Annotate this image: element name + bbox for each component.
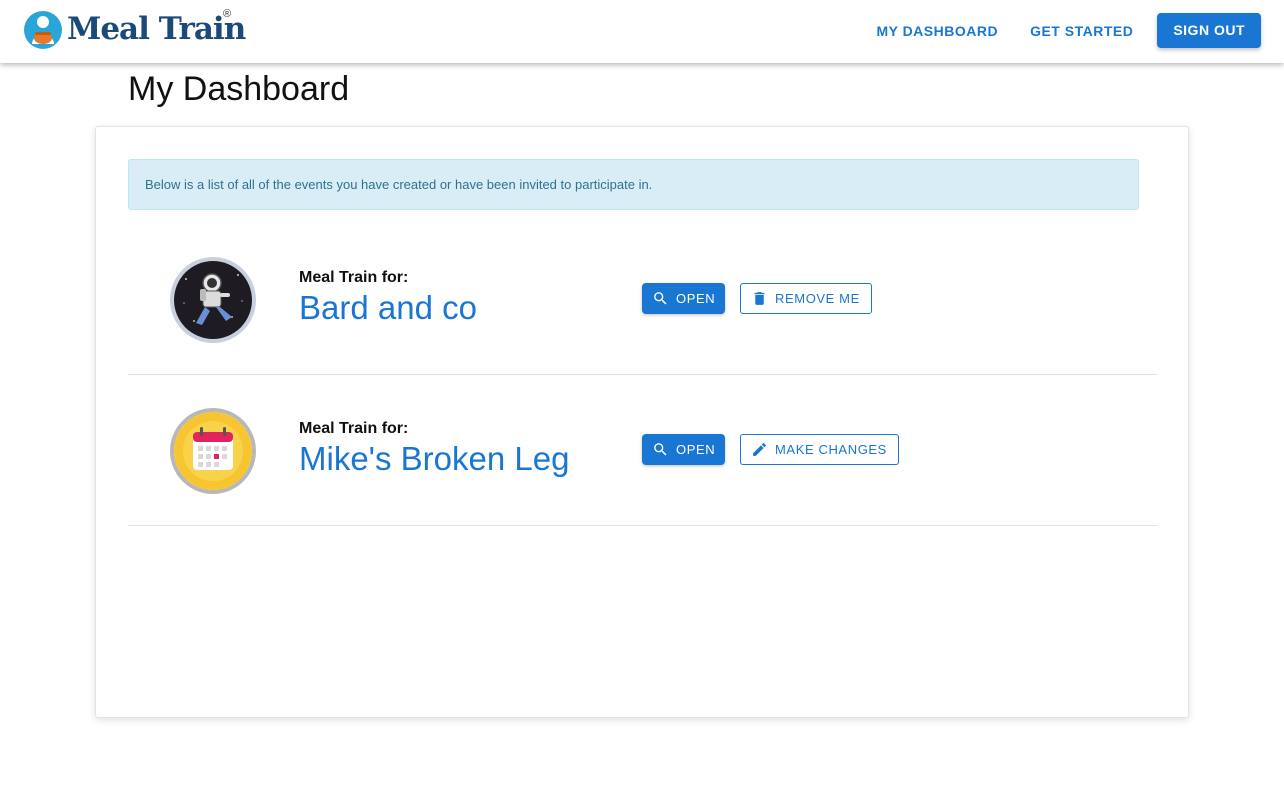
search-icon bbox=[654, 292, 667, 305]
nav-my-dashboard[interactable]: MY DASHBOARD bbox=[876, 23, 998, 39]
logo-text: Meal Train bbox=[67, 11, 246, 47]
event-row: Meal Train for: Bard and co OPEN REMOVE … bbox=[128, 225, 1157, 375]
make-changes-label: MAKE CHANGES bbox=[775, 442, 887, 457]
search-icon bbox=[654, 443, 667, 456]
page-title: My Dashboard bbox=[128, 70, 350, 108]
open-button-label: OPEN bbox=[676, 291, 716, 306]
event-name-link[interactable]: Bard and co bbox=[299, 289, 477, 327]
make-changes-button[interactable]: MAKE CHANGES bbox=[740, 434, 899, 465]
main-nav: MY DASHBOARD GET STARTED SIGN OUT bbox=[844, 13, 1261, 48]
meal-train-for-label: Meal Train for: bbox=[299, 269, 409, 286]
sign-out-button[interactable]: SIGN OUT bbox=[1157, 13, 1261, 48]
astronaut-icon bbox=[170, 257, 256, 343]
event-row: Meal Train for: Mike's Broken Leg OPEN M… bbox=[128, 376, 1157, 526]
trash-icon bbox=[754, 292, 765, 305]
event-name-link[interactable]: Mike's Broken Leg bbox=[299, 440, 569, 478]
pencil-icon bbox=[753, 443, 766, 456]
logo-mark-icon bbox=[23, 10, 64, 50]
open-button[interactable]: OPEN bbox=[642, 283, 726, 314]
open-button-label: OPEN bbox=[676, 442, 716, 457]
info-alert: Below is a list of all of the events you… bbox=[128, 159, 1139, 210]
meal-train-logo[interactable]: Meal Train ® bbox=[23, 8, 246, 50]
top-navbar: Meal Train ® MY DASHBOARD GET STARTED SI… bbox=[0, 0, 1284, 63]
open-button[interactable]: OPEN bbox=[642, 434, 726, 465]
calendar-icon bbox=[170, 408, 256, 494]
registered-mark: ® bbox=[223, 8, 232, 20]
remove-me-button[interactable]: REMOVE ME bbox=[740, 283, 872, 314]
remove-me-label: REMOVE ME bbox=[775, 291, 860, 306]
nav-get-started[interactable]: GET STARTED bbox=[1030, 23, 1133, 39]
events-card: Below is a list of all of the events you… bbox=[95, 126, 1189, 718]
meal-train-for-label: Meal Train for: bbox=[299, 420, 409, 437]
